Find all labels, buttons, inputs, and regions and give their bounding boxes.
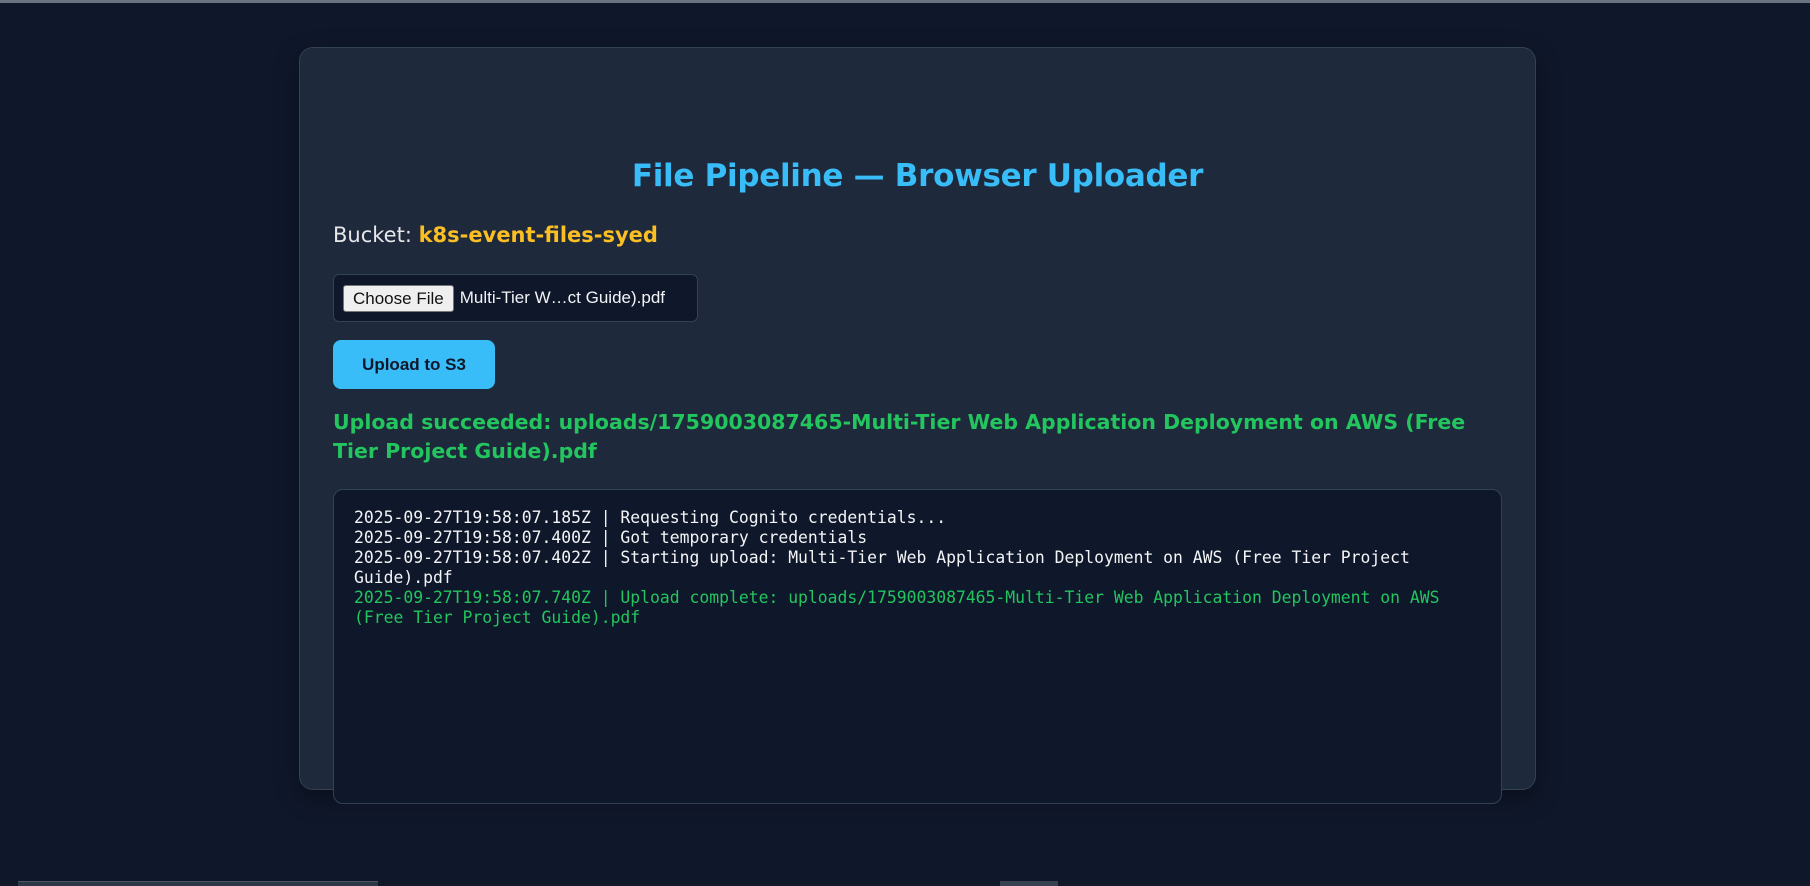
uploader-card: File Pipeline — Browser Uploader Bucket:… [299, 47, 1536, 804]
log-line-success: 2025-09-27T19:58:07.740Z | Upload comple… [354, 588, 1450, 627]
log-line: 2025-09-27T19:58:07.185Z | Requesting Co… [354, 508, 947, 527]
bucket-label: Bucket: [333, 223, 412, 247]
scrollbar-thumb-secondary[interactable] [1000, 881, 1058, 886]
choose-file-button[interactable]: Choose File [343, 284, 454, 312]
file-input[interactable]: Choose File Multi-Tier W…ct Guide).pdf [333, 274, 698, 322]
bucket-name: k8s-event-files-syed [418, 223, 658, 247]
status-message: Upload succeeded: uploads/1759003087465-… [333, 410, 1466, 463]
log-line: 2025-09-27T19:58:07.400Z | Got temporary… [354, 528, 868, 547]
bucket-info: Bucket: k8s-event-files-syed [333, 223, 658, 247]
page-title: File Pipeline — Browser Uploader [631, 158, 1204, 194]
scrollbar-thumb[interactable] [18, 881, 378, 886]
log-line: 2025-09-27T19:58:07.402Z | Starting uplo… [354, 548, 1420, 587]
log-output[interactable]: 2025-09-27T19:58:07.185Z | Requesting Co… [333, 489, 1502, 804]
window-top-border [0, 0, 1810, 3]
upload-button[interactable]: Upload to S3 [333, 340, 495, 389]
selected-file-name: Multi-Tier W…ct Guide).pdf [459, 288, 666, 307]
